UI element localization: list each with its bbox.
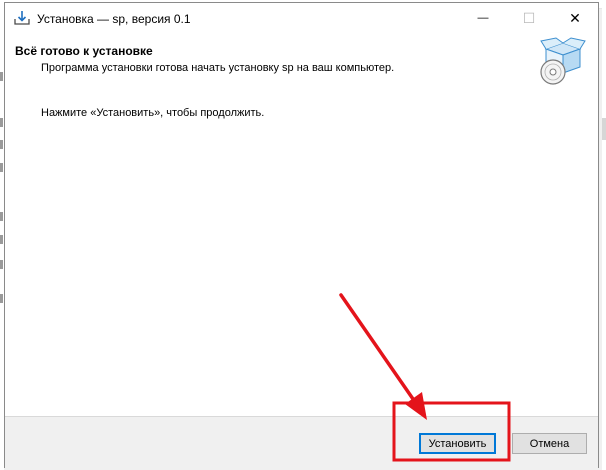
button-bar: Установить Отмена <box>5 416 598 469</box>
background-mark <box>0 118 3 127</box>
background-block <box>602 118 606 140</box>
title-bar[interactable]: Установка — sp, версия 0.1 — ☐ ✕ <box>5 3 598 33</box>
close-icon: ✕ <box>569 9 581 26</box>
background-mark <box>0 260 3 269</box>
minimize-icon: — <box>477 12 489 24</box>
install-button[interactable]: Установить <box>419 433 496 454</box>
maximize-button[interactable]: ☐ <box>506 3 552 33</box>
software-box-cd-icon <box>540 37 586 85</box>
background-mark <box>0 163 3 172</box>
background-right-edge <box>602 0 606 470</box>
background-mark <box>0 294 3 303</box>
maximize-icon: ☐ <box>522 9 536 26</box>
wizard-header: Всё готово к установке Программа установ… <box>5 33 598 106</box>
wizard-content: Нажмите «Установить», чтобы продолжить. <box>5 105 598 416</box>
installer-window: Установка — sp, версия 0.1 — ☐ ✕ Всё гот… <box>4 2 599 469</box>
window-title: Установка — sp, версия 0.1 <box>37 12 191 26</box>
background-mark <box>0 212 3 221</box>
close-button[interactable]: ✕ <box>552 3 598 33</box>
background-mark <box>0 235 3 244</box>
page-subtitle: Программа установки готова начать устано… <box>41 62 395 74</box>
background-mark <box>0 140 3 149</box>
background-mark <box>0 72 3 81</box>
installer-download-icon <box>14 11 30 25</box>
page-title: Всё готово к установке <box>15 44 153 58</box>
instruction-text: Нажмите «Установить», чтобы продолжить. <box>41 107 265 119</box>
cancel-button[interactable]: Отмена <box>512 433 587 454</box>
minimize-button[interactable]: — <box>460 3 506 33</box>
